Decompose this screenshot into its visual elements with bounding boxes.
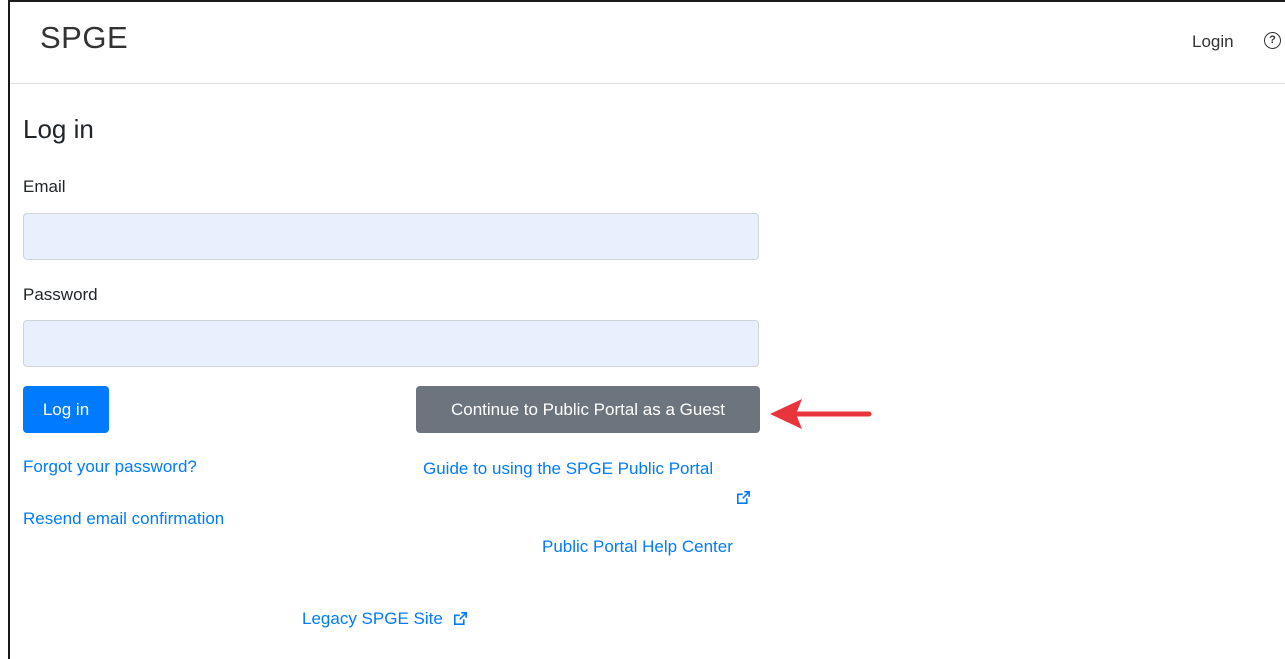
external-link-icon-svg xyxy=(737,491,750,504)
password-label: Password xyxy=(23,285,98,304)
question-circle-icon[interactable]: ? xyxy=(1264,32,1281,49)
nav-login-link[interactable]: Login xyxy=(1192,32,1234,52)
red-arrow-annotation xyxy=(770,399,872,429)
page-title: Log in xyxy=(23,114,94,144)
guide-link[interactable]: Guide to using the SPGE Public Portal xyxy=(423,459,713,479)
page-frame: SPGE Login ? Log in Email Password Log i… xyxy=(8,0,1285,659)
navbar: SPGE Login ? xyxy=(10,2,1285,84)
guest-continue-button[interactable]: Continue to Public Portal as a Guest xyxy=(416,386,760,433)
legacy-site-label: Legacy SPGE Site xyxy=(302,609,443,628)
brand-logo[interactable]: SPGE xyxy=(40,20,128,56)
email-field[interactable] xyxy=(23,213,759,260)
email-label: Email xyxy=(23,177,66,196)
login-button[interactable]: Log in xyxy=(23,386,109,433)
resend-confirmation-link[interactable]: Resend email confirmation xyxy=(23,509,224,529)
forgot-password-link[interactable]: Forgot your password? xyxy=(23,457,197,477)
external-link-icon xyxy=(453,612,467,625)
legacy-site-link[interactable]: Legacy SPGE Site xyxy=(302,609,467,629)
external-link-icon[interactable] xyxy=(737,490,750,508)
password-field[interactable] xyxy=(23,320,759,367)
help-center-link[interactable]: Public Portal Help Center xyxy=(542,537,733,557)
